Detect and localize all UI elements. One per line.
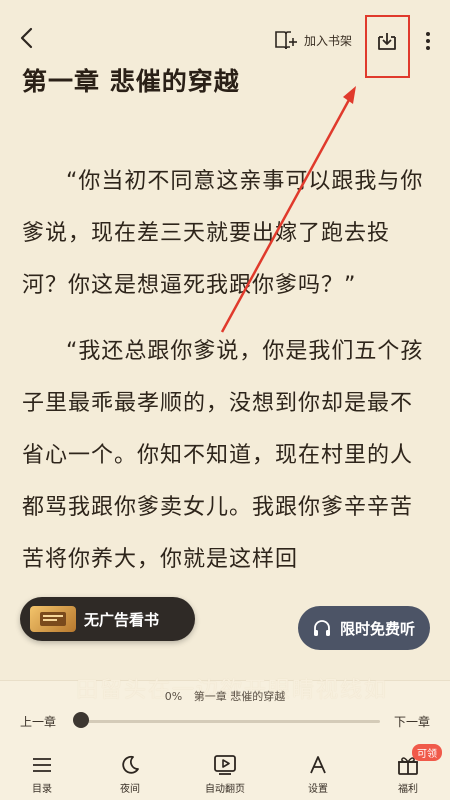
moon-icon xyxy=(117,752,143,778)
tab-catalog[interactable]: 目录 xyxy=(12,752,72,800)
progress-chapter: 第一章 悲催的穿越 xyxy=(193,690,286,703)
book-add-icon xyxy=(275,31,297,50)
annotation-highlight-box xyxy=(365,15,410,78)
font-settings-icon xyxy=(305,752,331,778)
chevron-left-icon xyxy=(20,27,33,49)
auto-page-icon xyxy=(212,752,238,778)
ad-free-reading-button[interactable]: 无广告看书 xyxy=(20,597,195,641)
book-badge-icon xyxy=(30,606,76,632)
free-listen-label: 限时免费听 xyxy=(340,619,416,638)
progress-slider-thumb[interactable] xyxy=(73,712,89,728)
more-vertical-icon xyxy=(426,32,430,50)
tab-label: 福利 xyxy=(398,784,418,795)
more-menu-button[interactable] xyxy=(418,28,438,54)
chapter-paragraph: “我还总跟你爹说，你是我们五个孩子里最乖最孝顺的，没想到你却是最不省心一个。你知… xyxy=(22,339,424,572)
chapter-paragraph: “你当初不同意这亲事可以跟我与你爹说，现在差三天就要出嫁了跑去投河？你这是想逼死… xyxy=(22,169,424,298)
tab-label: 设置 xyxy=(308,784,328,795)
free-listen-button[interactable]: 限时免费听 xyxy=(298,606,430,650)
tab-label: 夜间 xyxy=(120,784,140,795)
tab-settings[interactable]: 设置 xyxy=(288,752,348,800)
back-button[interactable] xyxy=(12,24,40,52)
ad-free-label: 无广告看书 xyxy=(84,610,160,629)
progress-info: 0% 第一章 悲催的穿越 xyxy=(0,688,450,704)
tab-welfare[interactable]: 可领 福利 xyxy=(378,744,442,800)
tab-label: 目录 xyxy=(32,784,52,795)
progress-slider-track[interactable] xyxy=(80,720,380,723)
next-chapter-button[interactable]: 下一章 xyxy=(394,713,430,730)
tab-auto-page[interactable]: 自动翻页 xyxy=(195,752,255,800)
list-icon xyxy=(29,752,55,778)
chapter-title: 第一章 悲催的穿越 xyxy=(22,67,240,96)
bottom-tab-bar: 目录 夜间 自动翻页 设置 可领 福利 xyxy=(0,744,450,800)
add-to-shelf-button[interactable]: 加入书架 xyxy=(274,28,352,52)
claim-badge: 可领 xyxy=(412,744,442,761)
tab-label: 自动翻页 xyxy=(205,784,245,795)
prev-chapter-button[interactable]: 上一章 xyxy=(20,713,56,730)
add-to-shelf-label: 加入书架 xyxy=(304,33,353,48)
progress-percent: 0% xyxy=(164,690,183,703)
tab-night-mode[interactable]: 夜间 xyxy=(100,752,160,800)
headphones-icon xyxy=(314,620,330,636)
